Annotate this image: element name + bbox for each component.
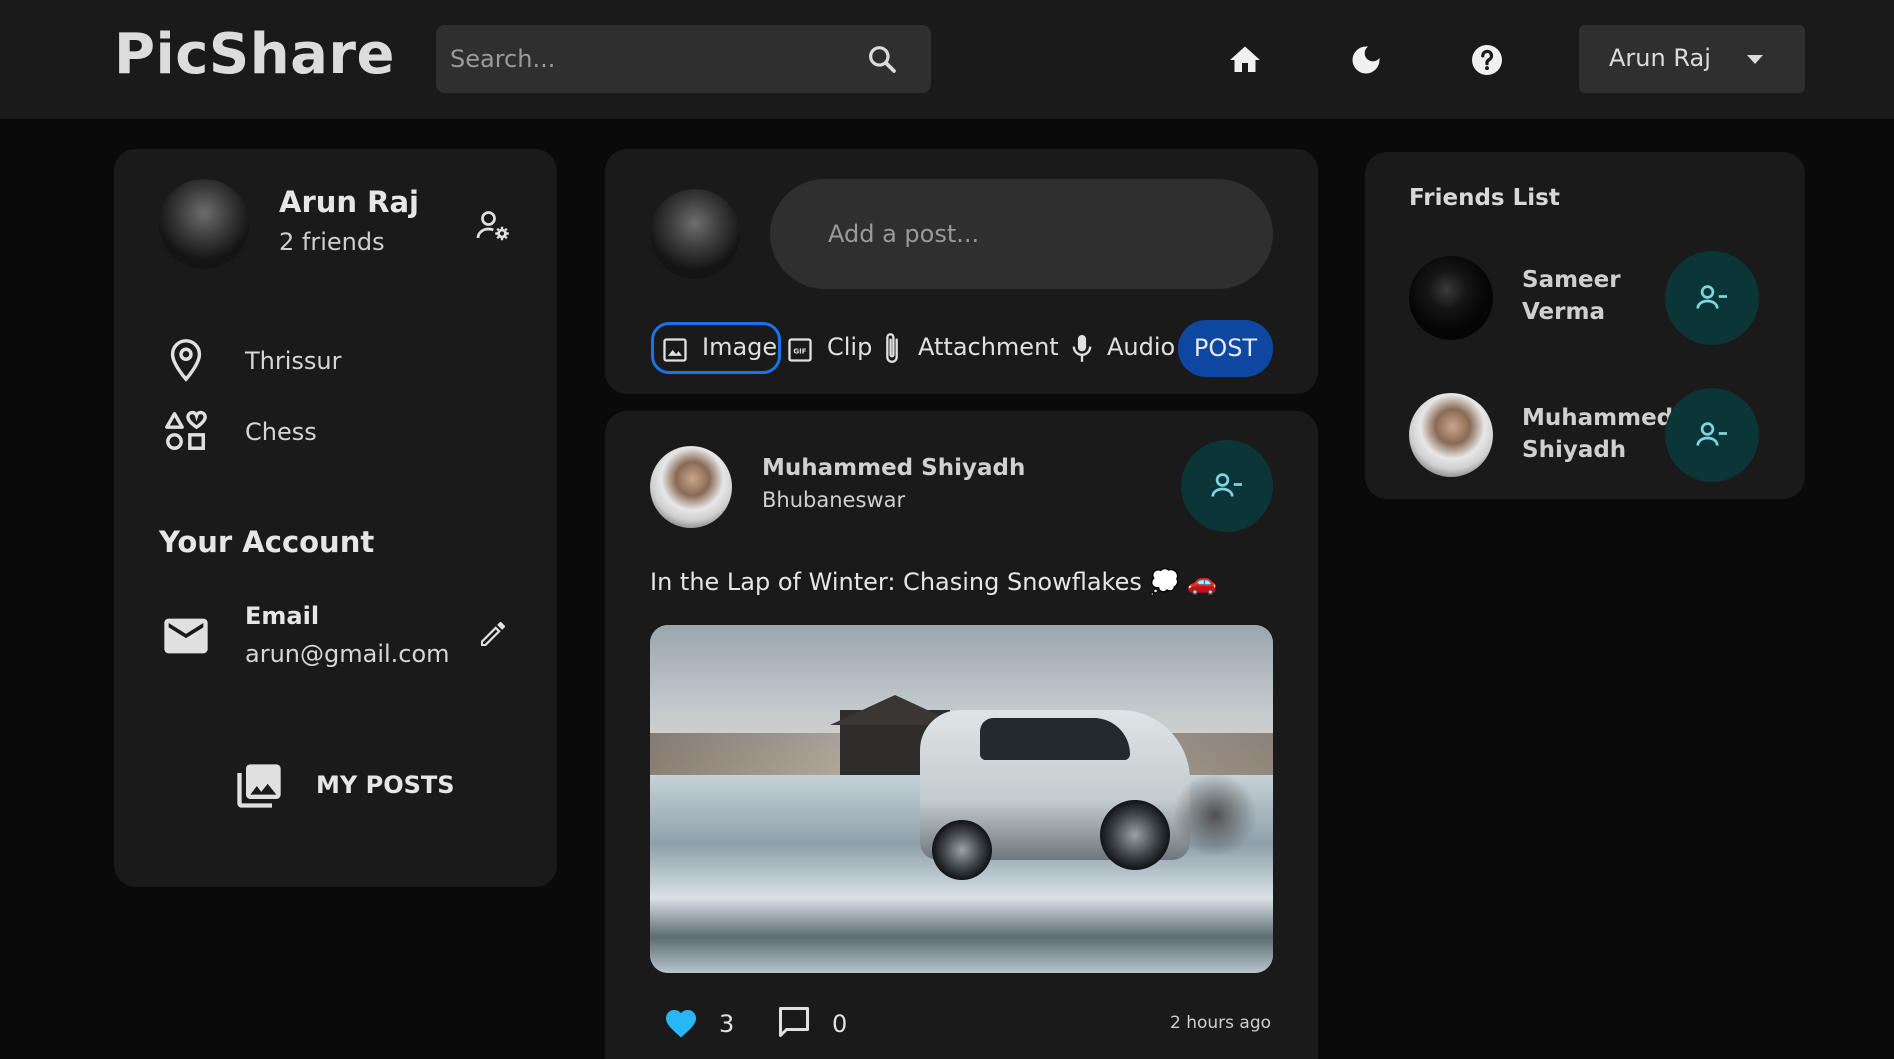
attachment-action-label[interactable]: Attachment [918, 333, 1059, 361]
photo-library-icon [237, 764, 281, 808]
comment-icon[interactable] [776, 1004, 812, 1040]
mic-icon[interactable] [1068, 332, 1096, 366]
person-remove-icon [1696, 285, 1727, 309]
my-posts-label: MY POSTS [316, 771, 455, 799]
location-pin-icon [170, 339, 202, 382]
post-author-avatar[interactable] [650, 446, 732, 528]
person-remove-icon [1696, 422, 1727, 446]
paperclip-icon[interactable] [878, 330, 906, 368]
edit-pencil-icon[interactable] [477, 618, 509, 650]
heart-icon[interactable] [663, 1005, 699, 1039]
friend-first-name[interactable]: Sameer [1522, 267, 1621, 293]
caret-down-icon [1747, 55, 1763, 64]
profile-friends-count: 2 friends [279, 228, 385, 256]
my-posts-button[interactable]: MY POSTS [228, 755, 458, 815]
remove-friend-button[interactable] [1665, 388, 1759, 482]
user-menu-select[interactable]: Arun Raj [1579, 25, 1805, 93]
user-menu-name: Arun Raj [1609, 44, 1711, 72]
friend-last-name[interactable]: Shiyadh [1522, 437, 1626, 463]
friend-first-name[interactable]: Muhammed [1522, 405, 1673, 431]
image-icon [663, 338, 687, 362]
audio-action-label[interactable]: Audio [1107, 333, 1175, 361]
post-image[interactable] [650, 625, 1273, 973]
like-count: 3 [719, 1010, 735, 1038]
post-author-name[interactable]: Muhammed Shiyadh [762, 455, 1025, 481]
gif-icon[interactable]: GIF [786, 336, 814, 364]
add-post-field[interactable] [770, 179, 1273, 289]
email-value: arun@gmail.com [245, 640, 450, 668]
comment-count: 0 [832, 1010, 848, 1038]
profile-avatar[interactable] [159, 179, 249, 269]
app-logo[interactable]: PicShare [114, 22, 395, 87]
post-timestamp: 2 hours ago [1170, 1013, 1272, 1033]
post-author-location: Bhubaneswar [762, 488, 906, 512]
help-icon[interactable] [1469, 42, 1505, 78]
composer-avatar [650, 189, 740, 279]
search-input[interactable] [450, 25, 850, 93]
image-action-label: Image [702, 333, 778, 361]
remove-friend-button[interactable] [1181, 440, 1273, 532]
friend-avatar[interactable] [1409, 256, 1493, 340]
your-account-heading: Your Account [159, 525, 375, 559]
top-navbar: PicShare Arun Raj [0, 0, 1894, 119]
add-post-input[interactable] [828, 179, 1248, 289]
friends-list-heading: Friends List [1409, 185, 1560, 211]
post-caption: In the Lap of Winter: Chasing Snowflakes… [650, 568, 1217, 596]
moon-icon[interactable] [1348, 42, 1384, 78]
person-remove-icon [1211, 473, 1242, 497]
interests-icon [165, 410, 207, 450]
manage-accounts-icon[interactable] [475, 208, 511, 244]
clip-action-label[interactable]: Clip [827, 333, 872, 361]
search-icon[interactable] [866, 43, 898, 75]
home-icon[interactable] [1227, 42, 1263, 78]
profile-interest: Chess [245, 418, 317, 446]
post-submit-button[interactable]: POST [1178, 320, 1273, 377]
search-bar[interactable] [436, 25, 931, 93]
email-label: Email [245, 602, 320, 630]
friend-avatar[interactable] [1409, 393, 1493, 477]
remove-friend-button[interactable] [1665, 251, 1759, 345]
svg-text:GIF: GIF [793, 348, 806, 356]
profile-location: Thrissur [245, 347, 342, 375]
profile-name: Arun Raj [279, 185, 419, 219]
friend-last-name[interactable]: Verma [1522, 299, 1605, 325]
email-icon [164, 618, 208, 654]
